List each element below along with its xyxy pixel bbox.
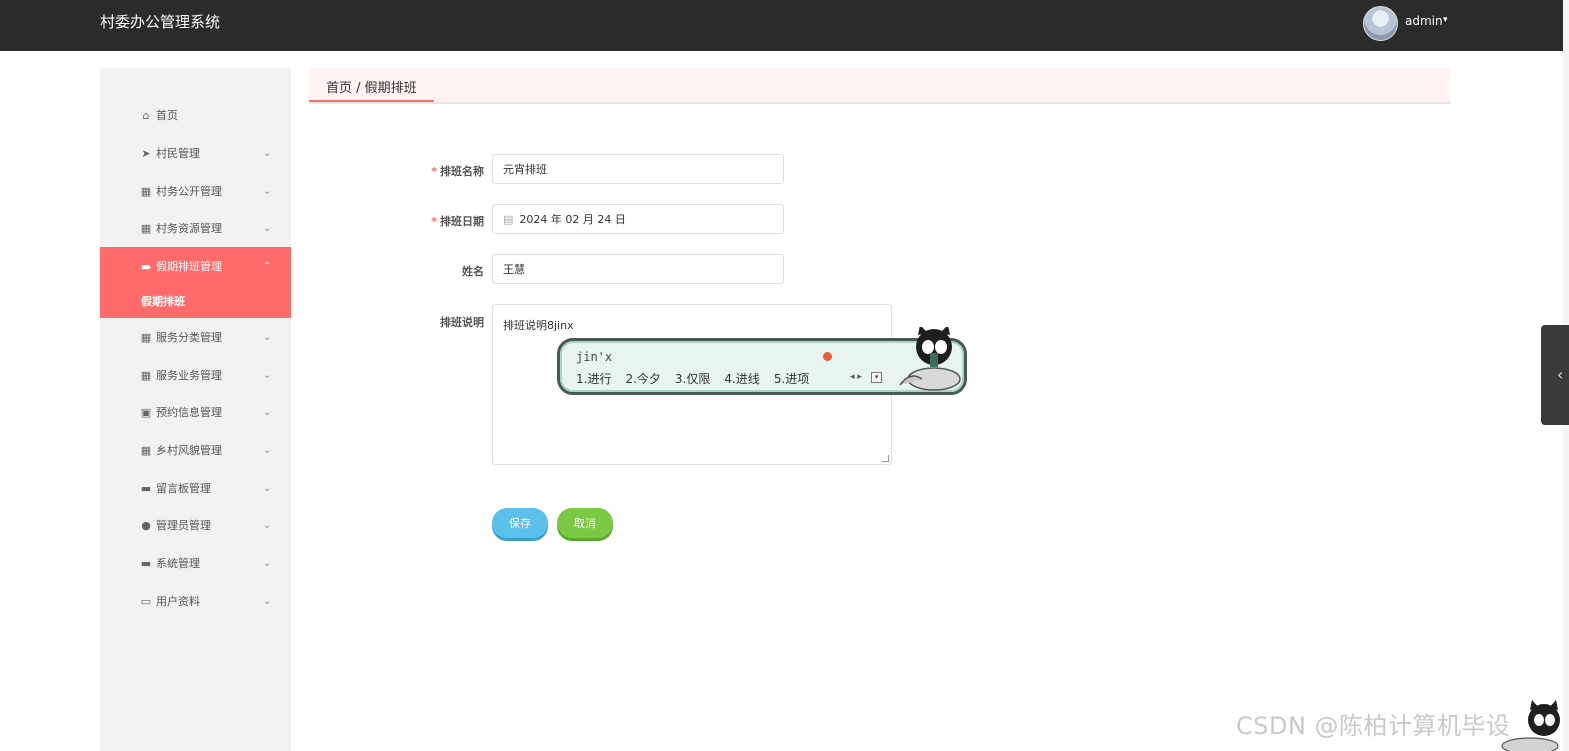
side-panel-toggle[interactable]: ‹ (1541, 325, 1569, 425)
chevron-down-icon: ⌄ (263, 406, 272, 418)
ime-flower-icon[interactable] (823, 352, 832, 361)
sidebar-item[interactable]: ⌂ 首页 (100, 96, 291, 134)
top-navbar: 村委办公管理系统 admin ▾ (0, 0, 1569, 51)
location-icon: ● (141, 518, 151, 532)
message-icon: ▬ (140, 481, 152, 495)
schedule-date-value: 2024 年 02 月 24 日 (519, 213, 626, 226)
cancel-button[interactable]: 取消 (557, 508, 613, 538)
breadcrumb[interactable]: 首页 / 假期排班 (326, 77, 417, 96)
sidebar-item-label: 预约信息管理 (156, 406, 222, 419)
grid-icon: ▦ (140, 443, 152, 457)
resize-handle[interactable] (882, 455, 889, 462)
card-icon: ▭ (140, 594, 152, 608)
chevron-down-icon: ⌄ (263, 557, 272, 569)
ime-candidate[interactable]: 4.进线 (724, 370, 759, 387)
chevron-up-icon: ⌃ (263, 260, 272, 272)
grid-icon: ▦ (140, 330, 152, 344)
ime-candidate-window: jin'x 1.进行 2.今夕 3.仅限 4.进线 5.进项 ◂ ▸ ▾ (557, 327, 967, 395)
chevron-down-icon: ⌄ (263, 595, 272, 607)
description-label: 排班说明 (440, 316, 484, 329)
chevron-down-icon: ⌄ (263, 444, 272, 456)
grid-icon: ▦ (140, 184, 152, 198)
user-avatar[interactable] (1363, 6, 1398, 41)
sidebar-item-label: 村务资源管理 (156, 222, 222, 235)
required-mark: * (431, 215, 437, 228)
sidebar-item-label: 服务分类管理 (156, 331, 222, 344)
ime-page-arrows-icon[interactable]: ◂ ▸ (850, 372, 862, 382)
breadcrumb-bar: 首页 / 假期排班 (309, 68, 1450, 104)
schedule-date-picker[interactable]: ▤ 2024 年 02 月 24 日 (492, 204, 784, 234)
sidebar-item[interactable]: ▦ 村务公开管理 ⌄ (100, 172, 291, 210)
ime-candidate[interactable]: 5.进项 (774, 370, 809, 387)
sidebar-item[interactable]: ▣ 预约信息管理 ⌄ (100, 393, 291, 431)
sidebar-item[interactable]: ▬ 系统管理 ⌄ (100, 544, 291, 582)
sidebar-item[interactable]: ➤ 村民管理 ⌄ (100, 134, 291, 172)
schedule-name-value: 元宵排班 (503, 163, 547, 176)
breadcrumb-active-indicator (309, 100, 434, 102)
ime-mascot-icon (899, 327, 961, 391)
chevron-down-icon: ⌄ (263, 519, 272, 531)
sidebar-item[interactable]: ▦ 服务分类管理 ⌄ (100, 318, 291, 356)
schedule-date-label: * 排班日期 (431, 215, 484, 228)
sidebar-item[interactable]: ▬ 假期排班管理 ⌃ (100, 247, 291, 285)
description-value: 排班说明8jinx (503, 319, 574, 332)
submenu-item-holiday-schedule[interactable]: 假期排班 (141, 293, 185, 309)
chevron-down-icon: ⌄ (263, 331, 272, 343)
ime-candidate[interactable]: 2.今夕 (625, 370, 660, 387)
sidebar-item-label: 首页 (156, 109, 178, 122)
sidebar-item[interactable]: ▦ 乡村风貌管理 ⌄ (100, 431, 291, 469)
ime-candidate[interactable]: 3.仅限 (675, 370, 710, 387)
clipboard-icon: ▣ (140, 405, 152, 419)
calendar-icon: ▤ (503, 212, 514, 226)
sidebar-item-label: 用户资料 (156, 595, 200, 608)
ime-composition: jin'x (576, 350, 613, 364)
app-title: 村委办公管理系统 (100, 13, 221, 31)
sidebar-item[interactable]: ▬ 留言板管理 ⌄ (100, 469, 291, 507)
save-button[interactable]: 保存 (492, 508, 548, 538)
sidebar-item-label: 乡村风貌管理 (156, 444, 222, 457)
required-mark: * (431, 165, 437, 178)
sidebar-item-label: 管理员管理 (156, 519, 211, 532)
grid-icon: ▦ (140, 368, 152, 382)
sidebar-item-label: 系统管理 (156, 557, 200, 570)
ime-candidate[interactable]: 1.进行 (576, 370, 611, 387)
person-name-label: 姓名 (462, 265, 484, 278)
chevron-down-icon: ⌄ (263, 482, 272, 494)
chevron-down-icon: ⌄ (263, 222, 272, 234)
sidebar-item-label: 服务业务管理 (156, 369, 222, 382)
sidebar-item[interactable]: ● 管理员管理 ⌄ (100, 506, 291, 544)
grid-icon: ▦ (140, 221, 152, 235)
corner-mascot-icon (1501, 700, 1560, 751)
watermark: CSDN @陈柏计算机毕设 (1236, 712, 1511, 740)
ime-candidate-list: 1.进行 2.今夕 3.仅限 4.进线 5.进项 (576, 370, 809, 387)
chevron-down-icon: ⌄ (263, 147, 272, 159)
chevron-left-icon: ‹ (1557, 365, 1564, 384)
comment-icon: ▬ (140, 259, 152, 273)
ime-menu-icon[interactable]: ▾ (871, 372, 882, 383)
user-dropdown-caret-icon[interactable]: ▾ (1443, 15, 1448, 25)
sidebar-item-label: 留言板管理 (156, 482, 211, 495)
sidebar-item-label: 假期排班管理 (156, 260, 222, 273)
sidebar-item[interactable]: ▦ 服务业务管理 ⌄ (100, 356, 291, 394)
schedule-name-input[interactable]: 元宵排班 (492, 154, 784, 184)
send-icon: ➤ (141, 146, 151, 160)
chevron-down-icon: ⌄ (263, 369, 272, 381)
chevron-down-icon: ⌄ (263, 185, 272, 197)
submenu-holiday-schedule: 假期排班 (100, 284, 291, 318)
user-name[interactable]: admin (1405, 14, 1443, 28)
sidebar-item[interactable]: ▭ 用户资料 ⌄ (100, 582, 291, 620)
monitor-icon: ▬ (140, 556, 152, 570)
sidebar: 假期排班 ⌂ 首页 ➤ 村民管理 ⌄ ▦ 村务公开管理 ⌄ ▦ 村务资源管理 ⌄ ▬ 假期排班管理 ⌃ ▦ 服… (100, 68, 291, 751)
person-name-input[interactable]: 王慧 (492, 254, 784, 284)
home-icon: ⌂ (142, 108, 150, 122)
sidebar-item[interactable]: ▦ 村务资源管理 ⌄ (100, 209, 291, 247)
sidebar-item-label: 村务公开管理 (156, 185, 222, 198)
person-name-value: 王慧 (503, 263, 525, 276)
schedule-name-label: * 排班名称 (431, 165, 484, 178)
sidebar-item-label: 村民管理 (156, 147, 200, 160)
